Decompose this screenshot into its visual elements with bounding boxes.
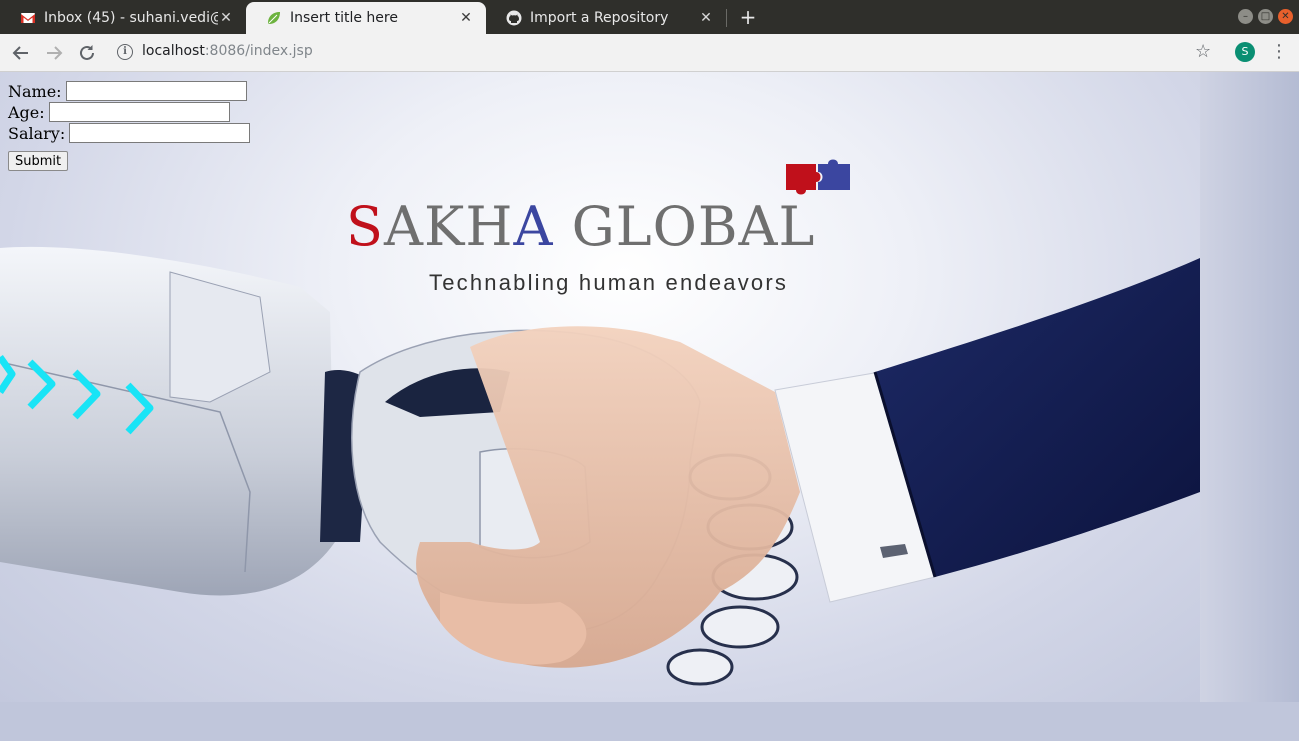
tab-title: Insert title here [290,10,398,26]
salary-row: Salary: [8,122,251,144]
window-close-button[interactable]: ✕ [1278,9,1293,24]
age-input[interactable] [48,102,230,122]
company-logo-title: SAKHA GLOBAL [346,200,815,254]
back-button[interactable] [10,42,32,64]
gmail-icon [21,13,35,23]
new-tab-button[interactable]: + [738,6,758,28]
tab-import-repository[interactable]: Import a Repository ✕ [486,2,726,34]
age-label: Age: [8,102,45,122]
close-icon[interactable]: ✕ [218,10,234,26]
site-info-icon[interactable]: i [117,44,133,60]
maximize-button[interactable]: □ [1258,9,1273,24]
tab-strip: Inbox (45) - suhani.vedi@ ✕ Insert title… [0,0,1299,34]
bookmark-star-icon[interactable]: ☆ [1195,41,1211,62]
close-icon: ✕ [1281,11,1290,22]
reload-icon [80,45,94,60]
name-label: Name: [8,81,62,101]
name-input[interactable] [65,81,247,101]
tab-separator [726,9,727,27]
tab-insert-title[interactable]: Insert title here ✕ [246,2,486,34]
tab-gmail[interactable]: Inbox (45) - suhani.vedi@ ✕ [0,2,246,34]
tab-title: Inbox (45) - suhani.vedi@ [44,10,218,26]
url-host: localhost [142,43,205,59]
forward-arrow-icon [47,46,63,60]
salary-input[interactable] [69,123,251,143]
logo-letters-akh: AKH [384,195,514,258]
submit-button[interactable]: Submit [8,151,69,171]
reload-button[interactable] [76,42,98,64]
age-row: Age: [8,101,230,123]
puzzle-logo-icon [786,159,850,195]
profile-avatar[interactable]: S [1235,42,1255,62]
page-content: SAKHA GLOBAL Technabling human endeavors… [0,72,1299,741]
close-icon[interactable]: ✕ [698,10,714,26]
maximize-icon: □ [1260,11,1271,22]
back-arrow-icon [12,46,28,60]
minimize-icon: – [1243,11,1248,22]
close-icon[interactable]: ✕ [458,10,474,26]
browser-toolbar: i localhost:8086/index.jsp ☆ S ⋮ [0,34,1299,72]
salary-label: Salary: [8,123,66,143]
logo-letter-a: A [513,195,554,258]
tab-title: Import a Repository [530,10,669,26]
github-icon [506,10,522,26]
url-path: :8086/index.jsp [204,43,313,59]
minimize-button[interactable]: – [1238,9,1253,24]
forward-button[interactable] [43,42,65,64]
logo-letter-s: S [346,195,384,258]
name-row: Name: [8,80,247,102]
address-bar[interactable]: localhost:8086/index.jsp [142,43,313,59]
handshake-background-image [0,159,1200,686]
menu-kebab-icon[interactable]: ⋮ [1270,41,1288,62]
leaf-icon [268,12,280,24]
company-tagline: Technabling human endeavors [429,270,789,295]
logo-word-global: GLOBAL [553,195,816,258]
